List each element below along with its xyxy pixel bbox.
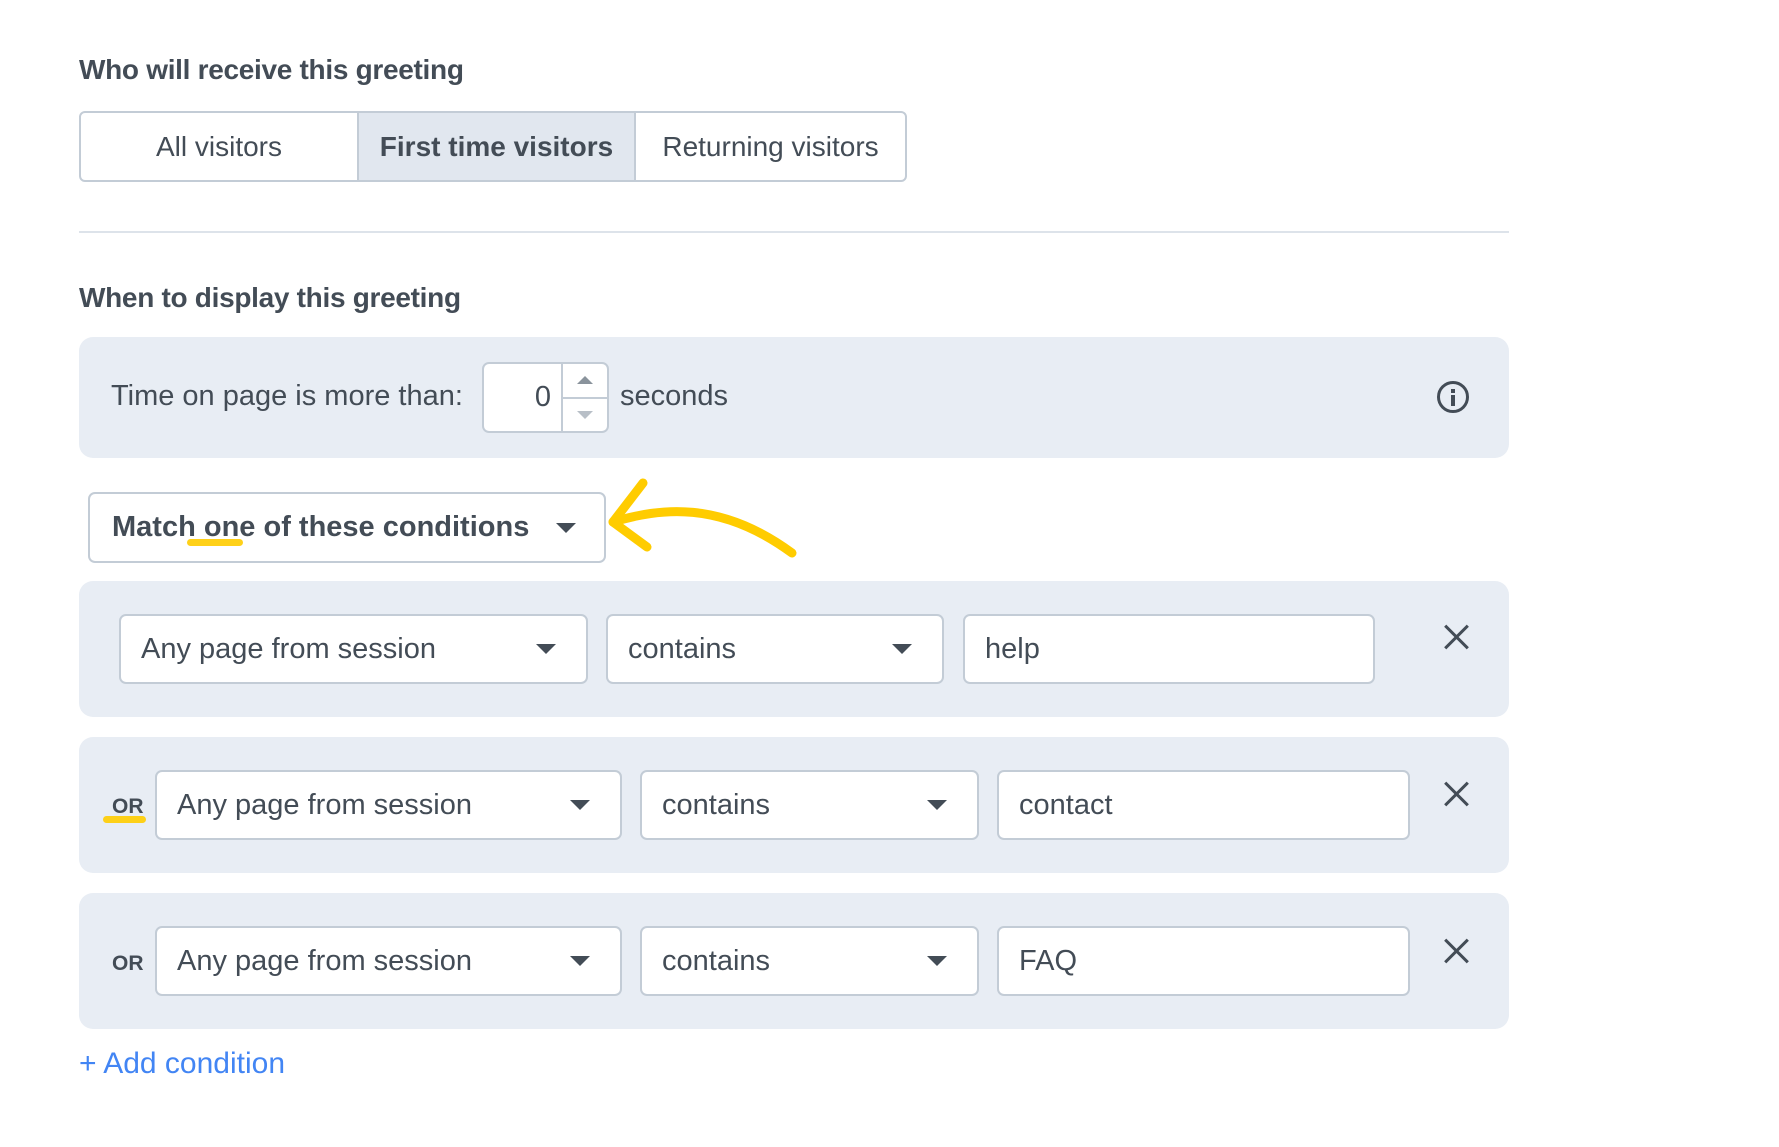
condition-value-input[interactable]: FAQ xyxy=(997,926,1410,996)
highlight-underline-one xyxy=(187,539,243,546)
caret-down-icon xyxy=(536,644,556,654)
curved-arrow-icon xyxy=(608,478,797,558)
condition-operator-dropdown[interactable]: contains xyxy=(640,770,979,840)
condition-value-text: contact xyxy=(1019,788,1113,821)
segment-returning-visitors[interactable]: Returning visitors xyxy=(634,113,905,180)
condition-value-text: help xyxy=(985,632,1040,665)
condition-operator-value: contains xyxy=(662,788,771,821)
condition-scope-value: Any page from session xyxy=(177,788,472,821)
time-on-page-label: Time on page is more than: xyxy=(111,380,463,412)
add-condition-link[interactable]: + Add condition xyxy=(79,1047,285,1081)
seconds-unit-label: seconds xyxy=(620,380,729,412)
time-on-page-stepper[interactable]: 0 xyxy=(482,362,609,433)
close-icon[interactable] xyxy=(1443,780,1471,808)
close-icon[interactable] xyxy=(1443,937,1471,965)
caret-down-icon xyxy=(556,522,576,533)
caret-down-icon xyxy=(892,644,912,654)
close-icon[interactable] xyxy=(1443,623,1471,651)
info-icon-bar xyxy=(1451,394,1455,406)
arrow-up-icon xyxy=(577,376,593,385)
recipient-segmented-control: All visitors First time visitors Returni… xyxy=(79,111,907,182)
caret-down-icon xyxy=(927,956,947,966)
recipients-title: Who will receive this greeting xyxy=(79,54,464,85)
decrement-button[interactable] xyxy=(563,399,607,432)
or-connector-label: OR xyxy=(112,952,144,975)
condition-scope-dropdown[interactable]: Any page from session xyxy=(155,770,622,840)
match-mode-dropdown[interactable]: Match one of these conditions xyxy=(88,492,606,563)
highlight-underline-or xyxy=(103,816,146,823)
match-mode-value: Match one of these conditions xyxy=(112,511,556,544)
condition-operator-dropdown[interactable]: contains xyxy=(640,926,979,996)
condition-value-text: FAQ xyxy=(1019,944,1078,977)
segment-first-time-visitors[interactable]: First time visitors xyxy=(357,113,634,180)
time-on-page-input[interactable]: 0 xyxy=(484,364,563,431)
info-icon[interactable] xyxy=(1437,381,1469,413)
condition-value-input[interactable]: help xyxy=(963,614,1375,684)
condition-operator-dropdown[interactable]: contains xyxy=(606,614,944,684)
match-mode-prefix: Match xyxy=(112,511,196,543)
increment-button[interactable] xyxy=(563,364,607,399)
condition-operator-value: contains xyxy=(662,944,771,977)
section-divider xyxy=(79,231,1509,233)
condition-scope-value: Any page from session xyxy=(177,944,472,977)
caret-down-icon xyxy=(570,956,590,966)
condition-value-input[interactable]: contact xyxy=(997,770,1410,840)
arrow-down-icon xyxy=(577,410,593,419)
caret-down-icon xyxy=(570,800,590,810)
condition-operator-value: contains xyxy=(628,632,737,665)
segment-all-visitors[interactable]: All visitors xyxy=(81,113,357,180)
info-icon-dot xyxy=(1451,388,1455,393)
display-title: When to display this greeting xyxy=(79,282,461,313)
condition-scope-value: Any page from session xyxy=(141,632,436,665)
caret-down-icon xyxy=(927,800,947,810)
condition-scope-dropdown[interactable]: Any page from session xyxy=(155,926,622,996)
match-mode-suffix: of these conditions xyxy=(263,511,530,543)
condition-scope-dropdown[interactable]: Any page from session xyxy=(119,614,588,684)
